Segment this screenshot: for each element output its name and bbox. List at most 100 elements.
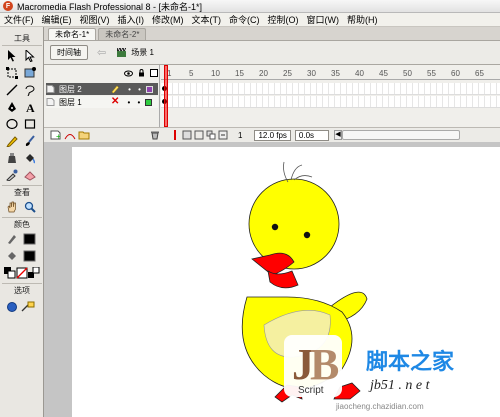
insert-folder-icon[interactable] <box>78 130 90 140</box>
menu-window[interactable]: 窗口(W) <box>303 13 344 26</box>
brush-tool-icon[interactable] <box>22 133 38 149</box>
menu-modify[interactable]: 修改(M) <box>148 13 188 26</box>
layer-outline-color-swatch[interactable] <box>145 98 153 106</box>
eraser-tool-icon[interactable] <box>22 167 38 183</box>
frame-ruler: 1 5 10 15 20 25 30 35 40 45 50 55 60 65 <box>161 65 500 80</box>
watermark-logo: J B Script 脚本之家 jb51 . n e t jiaocheng.c… <box>284 335 455 411</box>
frame-row-layer-2[interactable] <box>161 83 500 95</box>
horizontal-scrollbar[interactable] <box>341 130 460 140</box>
motion-guide-icon[interactable] <box>64 130 76 140</box>
divider <box>2 283 42 284</box>
timeline-panel: 图层 2 • • 图层 1 ✕ • • 1 5 10 15 20 25 30 3… <box>44 65 500 142</box>
smooth-icon[interactable] <box>20 299 36 315</box>
fill-transform-tool-icon[interactable] <box>22 65 38 81</box>
free-transform-tool-icon[interactable] <box>4 65 20 81</box>
selection-tool-icon[interactable] <box>4 48 20 64</box>
onion-outline-icon[interactable] <box>194 130 204 140</box>
menu-edit[interactable]: 编辑(E) <box>38 13 76 26</box>
document-tabs: 未命名-1* 未命名-2* <box>44 27 500 41</box>
tab-document-2[interactable]: 未命名-2* <box>98 28 147 40</box>
zoom-tool-icon[interactable] <box>22 199 38 215</box>
layer-name: 图层 1 <box>59 97 82 107</box>
duck-eye-right <box>303 231 311 239</box>
menu-control[interactable]: 控制(O) <box>264 13 303 26</box>
rectangle-tool-icon[interactable] <box>22 116 38 132</box>
layer-row-1[interactable]: 图层 1 ✕ • • <box>46 96 158 108</box>
menu-insert[interactable]: 插入(I) <box>114 13 149 26</box>
svg-text:A: A <box>26 101 35 113</box>
stage-canvas[interactable]: J B Script 脚本之家 jb51 . n e t jiaocheng.c… <box>72 147 500 417</box>
back-arrow-icon[interactable]: ⇦ <box>97 46 106 59</box>
frame-row-layer-1[interactable] <box>161 96 500 108</box>
layer-page-icon <box>46 98 55 106</box>
svg-text:+: + <box>56 132 61 140</box>
swap-colors-icon[interactable] <box>27 265 40 281</box>
unlock-dot-icon[interactable]: • <box>136 85 143 94</box>
watermark-b-glyph: B <box>310 340 339 389</box>
edit-multiple-frames-icon[interactable] <box>206 130 216 140</box>
flash-logo-icon: F <box>3 1 13 11</box>
ruler-label: 55 <box>427 69 436 78</box>
fill-color-icon[interactable] <box>4 248 20 264</box>
onion-skin-icon[interactable] <box>182 130 192 140</box>
stage-area: J B Script 脚本之家 jb51 . n e t jiaocheng.c… <box>44 142 500 417</box>
snap-to-objects-icon[interactable] <box>4 299 20 315</box>
pen-tool-icon[interactable] <box>4 99 20 115</box>
menu-view[interactable]: 视图(V) <box>76 13 114 26</box>
pencil-tool-icon[interactable] <box>4 133 20 149</box>
menu-help[interactable]: 帮助(H) <box>343 13 382 26</box>
ruler-label: 40 <box>355 69 364 78</box>
visible-dot-icon[interactable]: • <box>126 85 133 94</box>
tab-document-1[interactable]: 未命名-1* <box>48 28 97 40</box>
fill-color-swatch[interactable] <box>22 248 38 264</box>
lasso-tool-icon[interactable] <box>22 82 38 98</box>
layer-header-icons <box>122 68 160 78</box>
layer-outline-color-swatch[interactable] <box>146 85 153 93</box>
toolbox-tools-header: 工具 <box>14 34 30 43</box>
duck-beak-lower <box>267 270 299 289</box>
text-tool-icon[interactable]: A <box>22 99 38 115</box>
ruler-label: 5 <box>189 69 194 78</box>
oval-tool-icon[interactable] <box>4 116 20 132</box>
hand-tool-icon[interactable] <box>4 199 20 215</box>
ruler-label: 10 <box>211 69 220 78</box>
lock-icon[interactable] <box>138 69 145 77</box>
ruler-label: 45 <box>379 69 388 78</box>
line-tool-icon[interactable] <box>4 82 20 98</box>
frame-rate-value[interactable]: 12.0 fps <box>254 129 291 141</box>
timeline-toggle-button[interactable]: 时间轴 <box>50 45 88 60</box>
center-frame-icon[interactable] <box>174 130 176 140</box>
ruler-label: 30 <box>307 69 316 78</box>
playhead[interactable] <box>164 65 168 127</box>
layer-row-2[interactable]: 图层 2 • • <box>46 83 158 95</box>
duck-head <box>248 178 340 270</box>
modify-markers-icon[interactable] <box>218 130 228 140</box>
subselection-tool-icon[interactable] <box>22 48 38 64</box>
ruler-label: 50 <box>403 69 412 78</box>
hidden-x-icon[interactable]: ✕ <box>111 97 119 107</box>
title-bar: F Macromedia Flash Professional 8 - [未命名… <box>0 0 500 13</box>
delete-layer-icon[interactable] <box>150 130 160 140</box>
menu-commands[interactable]: 命令(C) <box>225 13 264 26</box>
duck-beak-upper <box>251 252 295 276</box>
toolbox-colors-header: 颜色 <box>14 220 30 229</box>
eyedropper-tool-icon[interactable] <box>4 167 20 183</box>
stroke-color-icon[interactable] <box>4 231 20 247</box>
toolbox: 工具 A 查看 颜色 选项 <box>0 27 44 417</box>
elapsed-time-value: 0.0s <box>294 129 329 141</box>
stroke-color-swatch[interactable] <box>22 231 38 247</box>
menu-file[interactable]: 文件(F) <box>0 13 38 26</box>
menu-bar: 文件(F) 编辑(E) 视图(V) 插入(I) 修改(M) 文本(T) 命令(C… <box>0 13 500 27</box>
show-hide-eye-icon[interactable] <box>124 70 133 77</box>
watermark-sub-text: jb51 . n e t <box>368 378 431 393</box>
scroll-left-arrow[interactable]: ◀ <box>333 130 342 140</box>
paint-bucket-tool-icon[interactable] <box>22 150 38 166</box>
outline-icon[interactable] <box>150 69 158 77</box>
timeline-footer: + 1 12.0 fps 0.0s ◀ <box>44 127 500 142</box>
menu-text[interactable]: 文本(T) <box>188 13 226 26</box>
insert-layer-icon[interactable]: + <box>50 130 62 140</box>
unlock-dot-icon[interactable]: • <box>125 98 132 107</box>
unlock-dot-icon[interactable]: • <box>135 98 142 107</box>
ink-bottle-tool-icon[interactable] <box>4 150 20 166</box>
divider <box>2 45 42 46</box>
